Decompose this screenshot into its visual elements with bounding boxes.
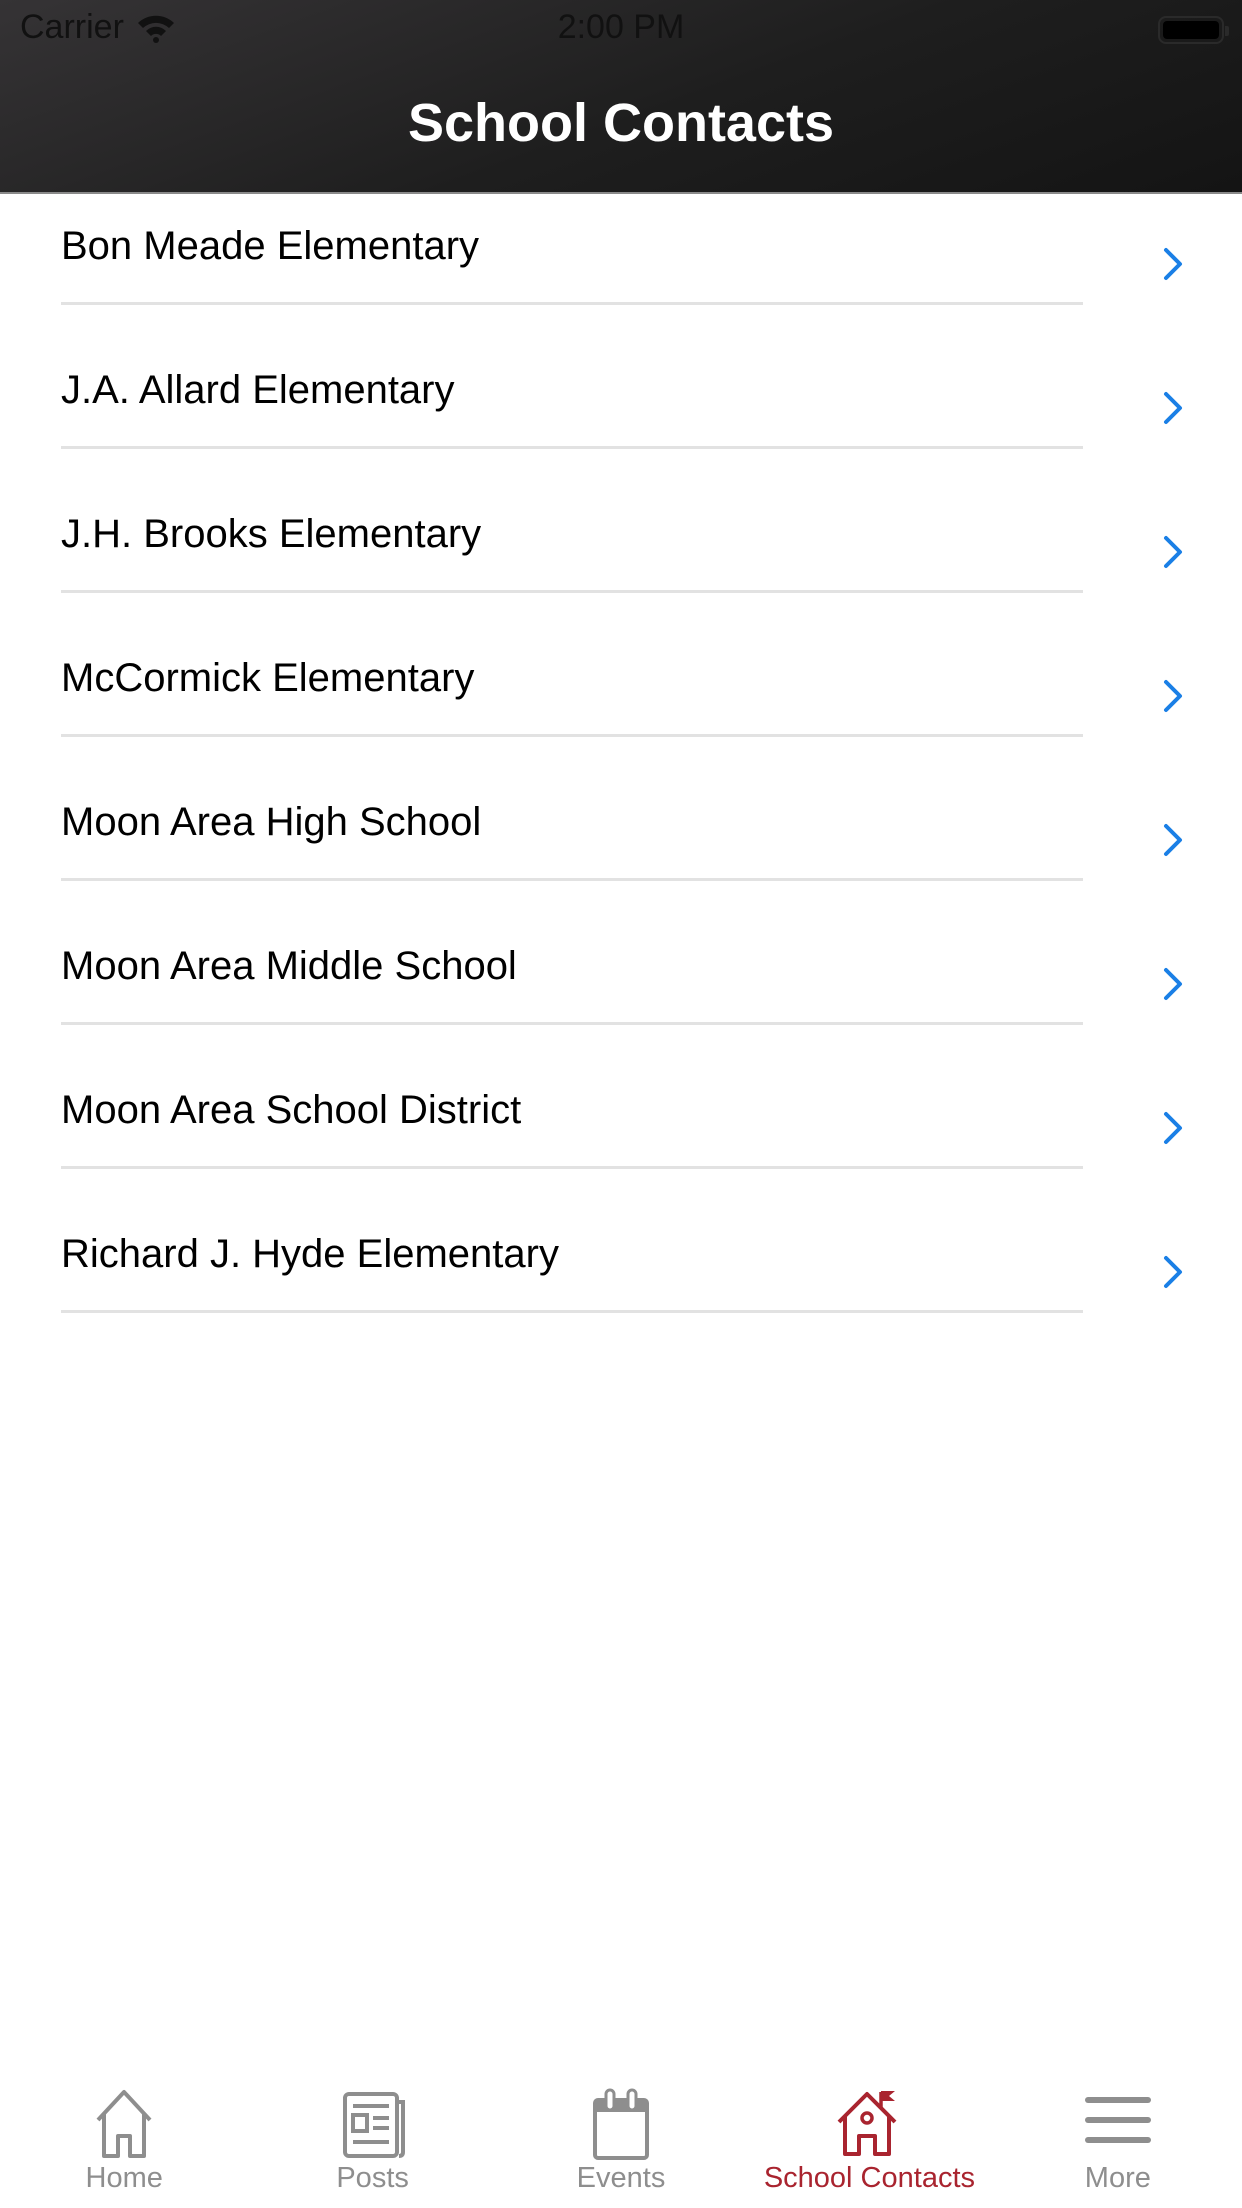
- tab-label: Events: [576, 2162, 666, 2194]
- chevron-right-icon: [1164, 1112, 1182, 1144]
- chevron-right-icon: [1164, 392, 1182, 424]
- row-divider: [61, 734, 1083, 737]
- contact-label: Bon Meade Elementary: [61, 224, 480, 268]
- list-item[interactable]: J.A. Allard Elementary: [0, 338, 1242, 482]
- contact-label: Moon Area School District: [61, 1088, 522, 1132]
- newspaper-icon: [342, 2092, 405, 2158]
- list-item[interactable]: McCormick Elementary: [0, 626, 1242, 770]
- contact-label: J.H. Brooks Elementary: [61, 512, 482, 556]
- tab-more[interactable]: More: [994, 2070, 1242, 2208]
- contact-label: J.A. Allard Elementary: [61, 368, 455, 412]
- home-icon: [96, 2090, 152, 2158]
- contact-label: McCormick Elementary: [61, 656, 475, 700]
- tab-events[interactable]: Events: [497, 2070, 745, 2208]
- row-divider: [61, 878, 1083, 881]
- row-divider: [61, 446, 1083, 449]
- tab-label: Home: [85, 2162, 163, 2194]
- list-item[interactable]: Moon Area School District: [0, 1058, 1242, 1202]
- tab-posts[interactable]: Posts: [248, 2070, 496, 2208]
- row-divider: [61, 302, 1083, 305]
- tab-home[interactable]: Home: [0, 2070, 248, 2208]
- list-item[interactable]: J.H. Brooks Elementary: [0, 482, 1242, 626]
- contacts-list: Bon Meade Elementary J.A. Allard Element…: [0, 194, 1242, 1346]
- tab-school-contacts[interactable]: School Contacts: [745, 2070, 993, 2208]
- row-divider: [61, 1310, 1083, 1313]
- list-item[interactable]: Moon Area Middle School: [0, 914, 1242, 1058]
- tab-label: More: [1084, 2162, 1151, 2194]
- chevron-right-icon: [1164, 248, 1182, 280]
- schoolhouse-icon: [838, 2091, 897, 2156]
- menu-icon: [1084, 2097, 1151, 2143]
- chevron-right-icon: [1164, 680, 1182, 712]
- navigation-bar: Carrier 2:00 PM School Contacts: [0, 0, 1242, 194]
- chevron-right-icon: [1164, 536, 1182, 568]
- chevron-right-icon: [1164, 1256, 1182, 1288]
- list-item[interactable]: Moon Area High School: [0, 770, 1242, 914]
- page-title: School Contacts: [407, 93, 835, 153]
- row-divider: [61, 1022, 1083, 1025]
- contact-label: Moon Area High School: [61, 800, 482, 844]
- status-time: 2:00 PM: [557, 8, 685, 46]
- list-item[interactable]: Bon Meade Elementary: [0, 194, 1242, 338]
- chevron-right-icon: [1164, 824, 1182, 856]
- contact-label: Richard J. Hyde Elementary: [61, 1232, 559, 1276]
- tab-bar: Home Posts Events School Contacts More: [0, 2070, 1242, 2208]
- battery-icon: [1158, 16, 1229, 44]
- contact-label: Moon Area Middle School: [61, 944, 517, 988]
- row-divider: [61, 1166, 1083, 1169]
- calendar-icon: [593, 2088, 650, 2160]
- chevron-right-icon: [1164, 968, 1182, 1000]
- tab-label: School Contacts: [763, 2162, 975, 2194]
- row-divider: [61, 590, 1083, 593]
- list-item[interactable]: Richard J. Hyde Elementary: [0, 1202, 1242, 1346]
- tab-label: Posts: [336, 2162, 409, 2194]
